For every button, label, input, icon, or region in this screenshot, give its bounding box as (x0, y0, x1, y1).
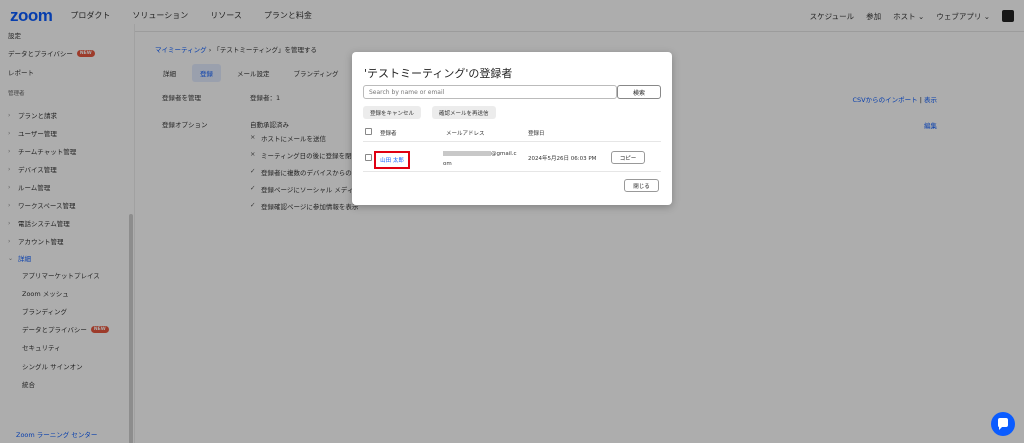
row-divider (363, 171, 661, 172)
email-wrap: om (443, 161, 452, 167)
search-button[interactable]: 検索 (617, 85, 661, 99)
registration-date: 2024年5月26日 06:03 PM (528, 156, 597, 162)
header-email: メールアドレス (446, 131, 485, 137)
close-button[interactable]: 閉じる (624, 179, 659, 192)
copy-button[interactable]: コピー (611, 151, 645, 164)
chat-bubble-icon[interactable] (991, 412, 1015, 436)
row-checkbox[interactable] (365, 154, 372, 161)
email-visible: @gmail.c (491, 151, 517, 157)
registrant-email: @gmail.c om (443, 149, 523, 169)
registrants-modal: 'テストミーティング'の登録者 検索 登録をキャンセル 確認メールを再送信 登録… (352, 52, 672, 205)
chat-icon-glyph (998, 418, 1008, 430)
resend-confirmation-button[interactable]: 確認メールを再送信 (432, 106, 496, 119)
cancel-registration-button[interactable]: 登録をキャンセル (363, 106, 422, 119)
modal-title: 'テストミーティング'の登録者 (364, 67, 513, 80)
header-registrant: 登録者 (380, 131, 397, 137)
registrant-name-link[interactable]: 山田 太郎 (380, 156, 404, 164)
select-all-checkbox[interactable] (365, 128, 372, 135)
email-redaction (443, 151, 491, 156)
registrant-name-highlight: 山田 太郎 (374, 151, 410, 169)
header-date: 登録日 (528, 131, 545, 137)
header-divider (363, 141, 661, 142)
search-input[interactable] (363, 85, 617, 99)
